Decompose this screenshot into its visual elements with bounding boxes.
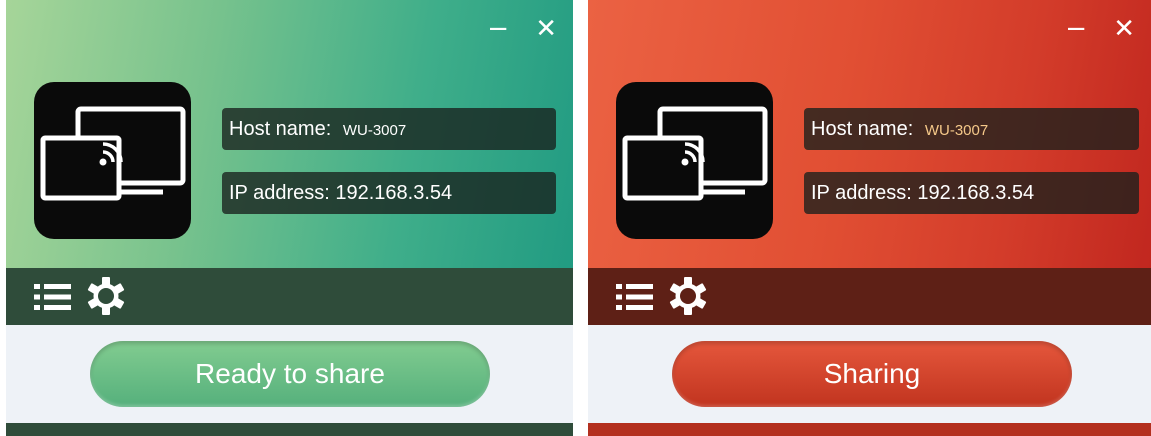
ready-window: − ✕ Host name: WU-3007 IP address: 192.1… — [6, 0, 573, 436]
header-area: − ✕ Host name: WU-3007 IP address: 192.1… — [6, 0, 573, 268]
host-name-label: Host name: — [811, 118, 914, 140]
ready-to-share-button[interactable]: Ready to share — [90, 341, 490, 407]
gear-icon[interactable] — [668, 276, 708, 320]
sharing-button[interactable]: Sharing — [672, 341, 1072, 407]
host-name-label: Host name: — [229, 118, 332, 140]
screen-cast-icon — [34, 82, 191, 239]
gear-icon[interactable] — [86, 276, 126, 320]
close-button[interactable]: ✕ — [535, 14, 557, 44]
host-name-value: WU-3007 — [342, 122, 407, 139]
action-area: Sharing — [588, 325, 1151, 423]
toolbar — [588, 268, 1151, 325]
bottom-strip — [588, 423, 1151, 436]
ip-address-text: IP address: 192.168.3.54 — [811, 182, 1035, 204]
ip-address-field: IP address: 192.168.3.54 — [804, 172, 1139, 214]
host-name-field: Host name: WU-3007 — [804, 108, 1139, 150]
header-area: − ✕ Host name: WU-3007 IP address: 192.1… — [588, 0, 1151, 268]
bottom-strip — [6, 423, 573, 436]
sharing-window: − ✕ Host name: WU-3007 IP address: 192.1… — [588, 0, 1151, 436]
ip-address-text: IP address: 192.168.3.54 — [229, 182, 453, 204]
minimize-button[interactable]: − — [1065, 14, 1087, 44]
list-icon[interactable] — [616, 282, 654, 316]
host-name-field: Host name: WU-3007 — [222, 108, 556, 150]
minimize-button[interactable]: − — [487, 14, 509, 44]
host-name-value: WU-3007 — [924, 122, 989, 139]
ip-address-field: IP address: 192.168.3.54 — [222, 172, 556, 214]
close-button[interactable]: ✕ — [1113, 14, 1135, 44]
list-icon[interactable] — [34, 282, 72, 316]
action-area: Ready to share — [6, 325, 573, 423]
screen-cast-icon — [616, 82, 773, 239]
toolbar — [6, 268, 573, 325]
